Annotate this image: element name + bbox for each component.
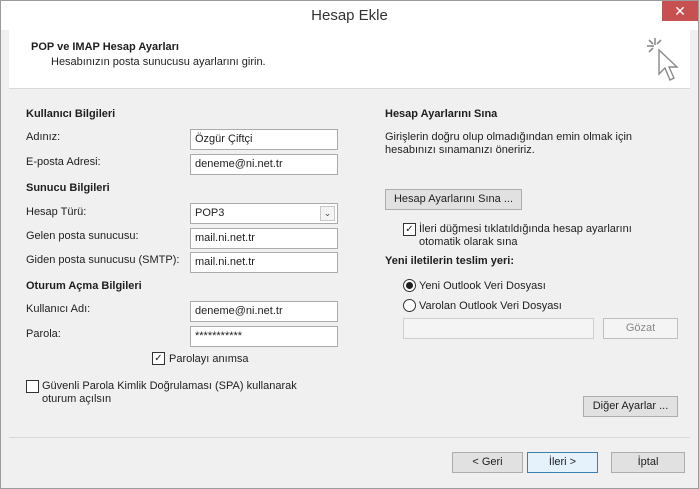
- add-account-dialog: Hesap Ekle ✕ POP ve IMAP Hesap Ayarları …: [0, 0, 699, 489]
- spa-label-line2: oturum açılsın: [42, 393, 112, 405]
- title-bar: Hesap Ekle ✕: [1, 1, 698, 30]
- cancel-button[interactable]: İptal: [611, 452, 685, 473]
- remember-password-checkbox[interactable]: ✓: [152, 352, 165, 365]
- back-button[interactable]: < Geri: [452, 452, 523, 473]
- data-file-path-field[interactable]: [403, 318, 594, 339]
- incoming-server-label: Gelen posta sunucusu:: [26, 230, 139, 242]
- test-description-line1: Girişlerin doğru olup olmadığından emin …: [385, 131, 633, 143]
- footer-divider: [9, 437, 690, 438]
- test-description-line2: hesabınızı sınamanızı öneririz.: [385, 144, 535, 156]
- password-field[interactable]: ***********: [190, 326, 338, 347]
- header-title: POP ve IMAP Hesap Ayarları: [31, 41, 179, 53]
- account-type-label: Hesap Türü:: [26, 206, 87, 218]
- incoming-server-field[interactable]: mail.ni.net.tr: [190, 228, 338, 249]
- auto-test-checkbox[interactable]: ✓: [403, 223, 416, 236]
- mouse-cursor-icon: [647, 38, 679, 81]
- more-settings-button[interactable]: Diğer Ayarlar ...: [583, 396, 678, 417]
- dialog-content: Kullanıcı Bilgileri Adınız: Özgür Çiftçi…: [9, 89, 690, 437]
- username-label: Kullanıcı Adı:: [26, 303, 91, 315]
- outgoing-server-field[interactable]: mail.ni.net.tr: [190, 252, 338, 273]
- user-info-heading: Kullanıcı Bilgileri: [26, 108, 116, 120]
- outgoing-server-label: Giden posta sunucusu (SMTP):: [26, 254, 180, 266]
- auto-test-label-line1: İleri düğmesi tıklatıldığında hesap ayar…: [419, 223, 632, 235]
- username-field[interactable]: deneme@ni.net.tr: [190, 301, 338, 322]
- new-data-file-radio[interactable]: [403, 279, 416, 292]
- existing-data-file-label: Varolan Outlook Veri Dosyası: [419, 300, 562, 312]
- account-type-select[interactable]: POP3 ⌄: [190, 203, 338, 224]
- browse-button[interactable]: Gözat: [603, 318, 678, 339]
- account-type-value: POP3: [195, 207, 225, 219]
- existing-data-file-radio[interactable]: [403, 299, 416, 312]
- window-title: Hesap Ekle: [311, 7, 388, 24]
- logon-info-heading: Oturum Açma Bilgileri: [26, 280, 142, 292]
- email-label: E-posta Adresi:: [26, 156, 101, 168]
- dialog-header: POP ve IMAP Hesap Ayarları Hesabınızın p…: [9, 30, 690, 89]
- next-button[interactable]: İleri >: [527, 452, 598, 473]
- chevron-down-icon[interactable]: ⌄: [320, 206, 335, 221]
- password-label: Parola:: [26, 328, 61, 340]
- name-field[interactable]: Özgür Çiftçi: [190, 129, 338, 150]
- new-data-file-label: Yeni Outlook Veri Dosyası: [419, 280, 546, 292]
- remember-password-label: Parolayı anımsa: [169, 353, 249, 365]
- server-info-heading: Sunucu Bilgileri: [26, 182, 110, 194]
- name-label: Adınız:: [26, 131, 61, 143]
- auto-test-label-line2: otomatik olarak sına: [419, 236, 518, 248]
- test-account-settings-button[interactable]: Hesap Ayarlarını Sına ...: [385, 189, 522, 210]
- spa-label-line1: Güvenli Parola Kimlik Doğrulaması (SPA) …: [42, 380, 297, 392]
- spa-checkbox[interactable]: [26, 380, 39, 393]
- test-settings-heading: Hesap Ayarlarını Sına: [385, 108, 498, 120]
- email-field[interactable]: deneme@ni.net.tr: [190, 154, 338, 175]
- close-button[interactable]: ✕: [662, 1, 698, 21]
- header-subtitle: Hesabınızın posta sunucusu ayarlarını gi…: [51, 56, 266, 68]
- delivery-heading: Yeni iletilerin teslim yeri:: [385, 255, 514, 267]
